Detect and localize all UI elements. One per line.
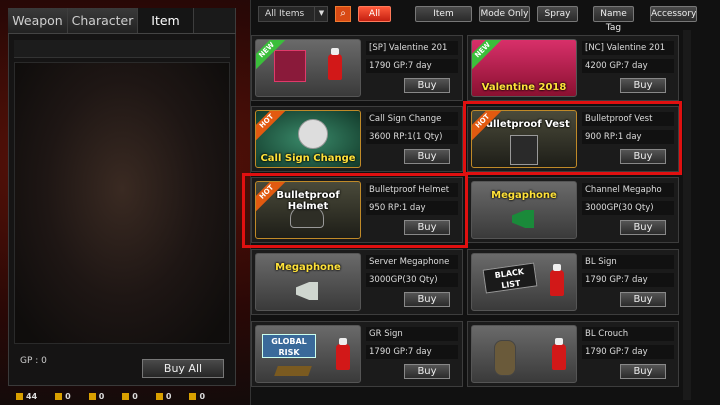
filter-mode-only[interactable]: Mode Only <box>479 6 530 22</box>
highlight-frame <box>463 101 682 175</box>
filter-all[interactable]: All <box>358 6 391 22</box>
item-name: BL Crouch <box>582 327 674 341</box>
item-thumbnail: BLACK LIST <box>471 253 577 311</box>
shop-item-card[interactable]: NEW [SP] Valentine 201 1790 GP:7 day Buy <box>251 35 463 101</box>
spray-can-icon <box>552 338 566 370</box>
item-thumbnail: Call Sign Change HOT <box>255 110 361 168</box>
chevron-down-icon[interactable]: ▼ <box>314 6 328 22</box>
thumbnail-label: Megaphone <box>275 262 341 273</box>
shop-item-card[interactable]: Megaphone Server Megaphone 3000GP(30 Qty… <box>251 249 463 315</box>
sign-label: GLOBAL RISK <box>262 334 316 358</box>
filter-item[interactable]: Item <box>415 6 472 22</box>
spray-can-icon <box>550 264 564 296</box>
status-item-e: 0 <box>155 389 172 403</box>
gp-total: GP : 0 <box>20 356 47 366</box>
shop-toolbar: All Items ▼ ⌕ All Item Mode Only Spray N… <box>258 6 718 33</box>
status-item-c: 0 <box>88 389 105 403</box>
thumbnail-label: Valentine 2018 <box>481 82 567 93</box>
buy-button[interactable]: Buy <box>404 364 450 379</box>
filter-name-tag[interactable]: Name Tag <box>593 6 634 33</box>
status-count-c: 0 <box>98 391 105 401</box>
highlight-frame <box>242 173 468 248</box>
tab-item[interactable]: Item <box>138 8 194 33</box>
plank-icon <box>274 366 312 376</box>
buy-button[interactable]: Buy <box>620 364 666 379</box>
box-icon <box>189 392 197 400</box>
megaphone-icon <box>512 210 534 228</box>
shop-item-card[interactable]: Valentine 2018 NEW [NC] Valentine 201 42… <box>467 35 679 101</box>
status-count-d: 0 <box>132 391 138 401</box>
item-thumbnail: Megaphone <box>471 181 577 239</box>
status-item-d: 0 <box>122 389 138 403</box>
status-item-a: 44 <box>16 389 37 403</box>
item-name: Server Megaphone <box>366 255 458 269</box>
buy-all-button[interactable]: Buy All <box>142 359 224 378</box>
shop-item-card[interactable]: GLOBAL RISK GR Sign 1790 GP:7 day Buy <box>251 321 463 387</box>
spray-can-icon <box>328 48 342 80</box>
item-price: 3600 RP:1(1 Qty) <box>366 130 458 144</box>
hot-badge: HOT <box>256 111 288 142</box>
filter-accessory[interactable]: Accessory <box>650 6 697 22</box>
person-icon <box>55 392 63 400</box>
item-price: 1790 GP:7 day <box>366 59 458 73</box>
sign-label: BLACK LIST <box>482 262 538 294</box>
tab-character[interactable]: Character <box>68 8 138 33</box>
status-item-b: 0 <box>55 389 71 403</box>
shirt-icon <box>155 392 163 400</box>
chat-icon <box>122 392 130 400</box>
buy-button[interactable]: Buy <box>620 292 666 307</box>
item-name: [NC] Valentine 201 <box>582 41 674 55</box>
item-thumbnail: NEW <box>255 39 361 97</box>
item-thumbnail <box>471 325 577 383</box>
status-count-a: 44 <box>26 391 38 401</box>
buy-button[interactable]: Buy <box>620 78 666 93</box>
buy-button[interactable]: Buy <box>404 149 450 164</box>
item-name: Channel Megapho <box>582 183 674 197</box>
status-count-e: 0 <box>165 391 172 401</box>
new-badge: NEW <box>472 40 504 71</box>
shop-item-card[interactable]: Call Sign Change HOT Call Sign Change 36… <box>251 106 463 172</box>
preview-scene <box>14 62 230 344</box>
shop-item-card[interactable]: BLACK LIST BL Sign 1790 GP:7 day Buy <box>467 249 679 315</box>
status-count-b: 0 <box>65 391 71 401</box>
search-icon[interactable]: ⌕ <box>335 6 351 22</box>
tab-weapon[interactable]: Weapon <box>8 8 68 33</box>
status-count-f: 0 <box>199 391 206 401</box>
buy-button[interactable]: Buy <box>620 220 666 235</box>
item-thumbnail: Valentine 2018 NEW <box>471 39 577 97</box>
megaphone-icon <box>296 282 318 300</box>
scrollbar[interactable] <box>683 30 691 400</box>
item-price: 4200 GP:7 day <box>582 59 674 73</box>
thumbnail-label: Call Sign Change <box>260 153 356 164</box>
item-price: 1790 GP:7 day <box>582 345 674 359</box>
item-thumbnail: GLOBAL RISK <box>255 325 361 383</box>
category-tabs: Weapon Character Item <box>8 8 236 34</box>
status-item-f: 0 <box>189 389 205 403</box>
item-thumbnail: Megaphone <box>255 253 361 311</box>
item-name: BL Sign <box>582 255 674 269</box>
soldier-icon <box>494 340 516 376</box>
item-price: 3000GP(30 Qty) <box>582 201 674 215</box>
item-price: 1790 GP:7 day <box>582 273 674 287</box>
item-name: [SP] Valentine 201 <box>366 41 458 55</box>
thumbnail-label: Megaphone <box>491 190 557 201</box>
filter-spray[interactable]: Spray <box>537 6 578 22</box>
tab-spacer <box>194 8 236 33</box>
spray-can-icon <box>336 338 350 370</box>
item-price: 3000GP(30 Qty) <box>366 273 458 287</box>
buy-button[interactable]: Buy <box>404 292 450 307</box>
item-name: Call Sign Change <box>366 112 458 126</box>
item-name: GR Sign <box>366 327 458 341</box>
item-price: 1790 GP:7 day <box>366 345 458 359</box>
shop-item-card[interactable]: Megaphone Channel Megapho 3000GP(30 Qty)… <box>467 177 679 243</box>
badge-icon <box>298 119 328 149</box>
mask-icon <box>88 392 96 400</box>
buy-button[interactable]: Buy <box>404 78 450 93</box>
status-bar: 44 0 0 0 0 0 <box>8 389 236 403</box>
card-icon <box>274 50 306 82</box>
list-icon <box>16 392 23 400</box>
shop-item-card[interactable]: BL Crouch 1790 GP:7 day Buy <box>467 321 679 387</box>
preview-header-strip <box>14 40 230 58</box>
